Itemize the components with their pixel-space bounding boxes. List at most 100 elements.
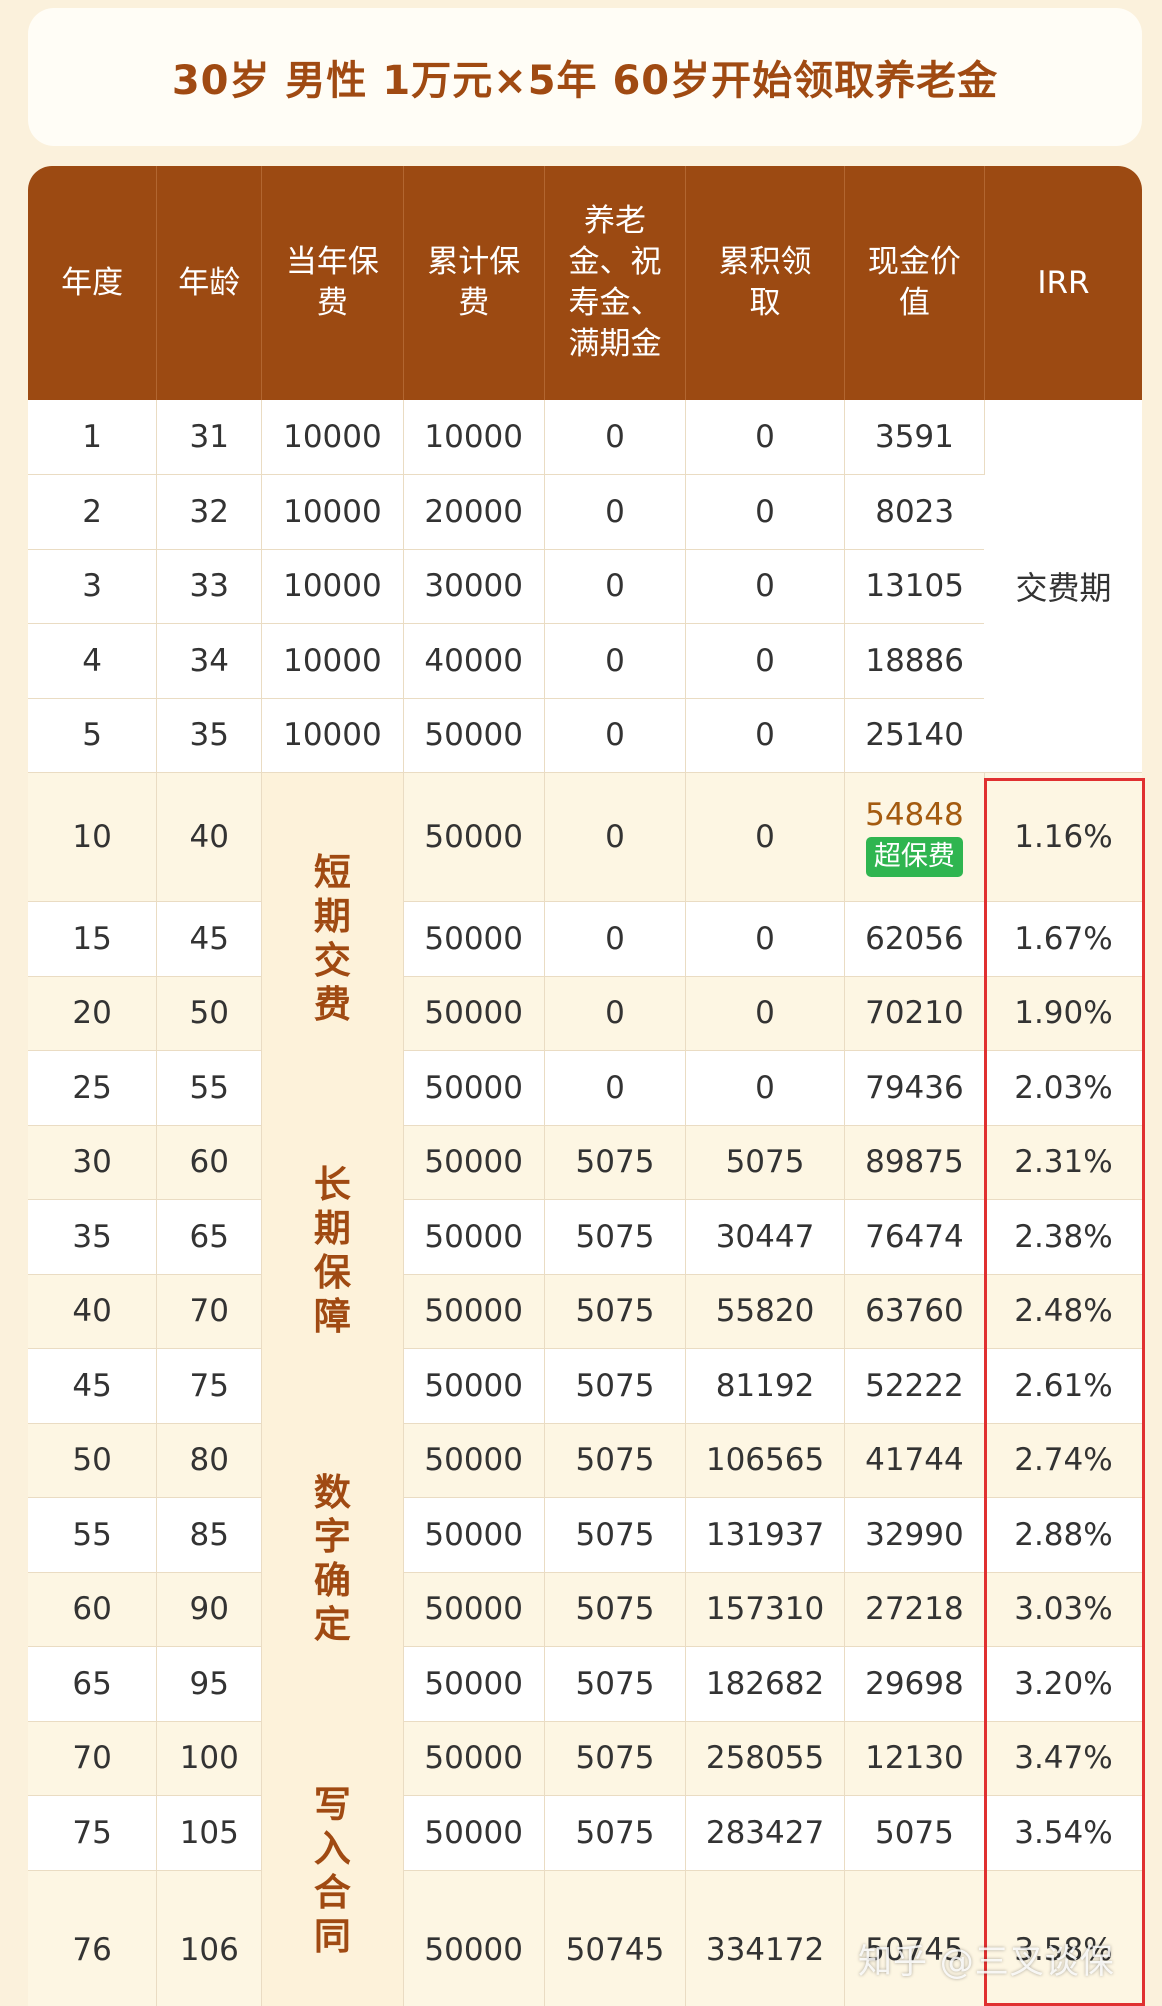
year-cell: 75 [28, 1795, 158, 1871]
total-premium-cell: 50000 [403, 1497, 545, 1573]
cash-value-cell: 18886 [844, 623, 985, 699]
table-row: 3 33 10000 30000 0 0 13105 [28, 549, 1142, 624]
header-cash-value: 现金价 值 [844, 166, 985, 400]
irr-cell: 3.03% [984, 1572, 1142, 1647]
pension-cell: 50745 [544, 1870, 687, 2006]
slogan-char: 短 [313, 851, 351, 894]
total-premium-cell: 10000 [403, 400, 545, 475]
slogan-char: 期 [313, 1207, 351, 1250]
year-cell: 35 [28, 1199, 158, 1275]
cash-value-cell: 12130 [844, 1721, 985, 1796]
cash-value-cell: 8023 [844, 474, 985, 550]
header-line: 费 [458, 285, 490, 321]
annual-premium-cell: 10000 [261, 549, 404, 624]
cumulative-cell: 0 [685, 400, 845, 475]
title-card: 30岁 男性 1万元×5年 60岁开始领取养老金 [28, 8, 1142, 146]
slogan-char: 合 [313, 1871, 351, 1914]
age-cell: 106 [156, 1870, 263, 2006]
cumulative-cell: 157310 [685, 1572, 845, 1647]
slogan-char: 确 [313, 1559, 351, 1602]
header-line: 取 [749, 285, 781, 321]
page-title: 30岁 男性 1万元×5年 60岁开始领取养老金 [171, 58, 999, 104]
cumulative-cell: 0 [685, 474, 845, 550]
table-row: 25 55 50000 0 0 79436 2.03% [28, 1050, 1142, 1126]
benefit-table-container: 年度 年龄 当年保 费 累计保 费 养老 金、祝 寿金、 满期金 累积领 取 现… [28, 166, 1142, 2006]
pension-cell: 0 [544, 976, 687, 1051]
total-premium-cell: 50000 [403, 1795, 545, 1871]
header-annual-premium: 当年保 费 [261, 166, 404, 400]
cash-value-highlight: 54848 [865, 797, 964, 833]
table-row: 2 32 10000 20000 0 0 8023 [28, 474, 1142, 550]
cumulative-cell: 106565 [685, 1423, 845, 1498]
table-row: 35 65 50000 5075 30447 76474 2.38% [28, 1199, 1142, 1275]
header-cumulative-received: 累积领 取 [685, 166, 845, 400]
cash-value-cell: 29698 [844, 1646, 985, 1722]
header-total-premium: 累计保 费 [403, 166, 545, 400]
header-line: 累积领 [718, 244, 812, 280]
cash-value-cell: 13105 [844, 549, 985, 624]
pension-cell: 0 [544, 1050, 687, 1126]
cash-value-cell: 70210 [844, 976, 985, 1051]
header-line: 满期金 [568, 326, 662, 362]
total-premium-cell: 50000 [403, 1125, 545, 1200]
slogan-char: 同 [313, 1915, 351, 1958]
cash-value-cell: 76474 [844, 1199, 985, 1275]
total-premium-cell: 50000 [403, 772, 545, 902]
benefit-table: 年度 年龄 当年保 费 累计保 费 养老 金、祝 寿金、 满期金 累积领 取 现… [28, 166, 1142, 2006]
table-row: 50 80 50000 5075 106565 41744 2.74% [28, 1423, 1142, 1498]
slogan-char: 障 [313, 1295, 351, 1338]
header-line: 值 [898, 285, 930, 321]
slogan-group: 数字确定 [310, 1471, 354, 1647]
cash-value-cell: 63760 [844, 1274, 985, 1349]
total-premium-cell: 50000 [403, 698, 545, 773]
table-header-row: 年度 年龄 当年保 费 累计保 费 养老 金、祝 寿金、 满期金 累积领 取 现… [28, 166, 1142, 400]
table-body: 1 31 10000 10000 0 0 3591 交费期 2 32 10000 20000 0 0 802… [28, 400, 1142, 2006]
cumulative-cell: 0 [685, 901, 845, 977]
age-cell: 32 [156, 474, 263, 550]
cumulative-cell: 0 [685, 698, 845, 773]
cumulative-cell: 0 [685, 976, 845, 1051]
pension-cell: 5075 [544, 1795, 687, 1871]
slogan-char: 数 [313, 1471, 351, 1514]
year-cell: 10 [28, 772, 158, 902]
table-row: 4 34 10000 40000 0 0 18886 [28, 623, 1142, 699]
cash-value-cell: 52222 [844, 1348, 985, 1424]
cumulative-cell: 0 [685, 623, 845, 699]
cumulative-cell: 283427 [685, 1795, 845, 1871]
pension-cell: 0 [544, 698, 687, 773]
irr-cell: 2.88% [984, 1497, 1142, 1573]
cash-value-cell: 3591 [844, 400, 985, 475]
table-row: 30 60 50000 5075 5075 89875 2.31% [28, 1125, 1142, 1200]
irr-cell: 2.61% [984, 1348, 1142, 1424]
cumulative-cell: 182682 [685, 1646, 845, 1722]
slogan-char: 交 [313, 939, 351, 982]
age-cell: 60 [156, 1125, 263, 1200]
cumulative-cell: 0 [685, 549, 845, 624]
header-age: 年龄 [156, 166, 263, 400]
cumulative-cell: 0 [685, 1050, 845, 1126]
pension-cell: 5075 [544, 1646, 687, 1722]
cumulative-cell: 30447 [685, 1199, 845, 1275]
cash-value-cell: 54848 超保费 [844, 772, 985, 902]
irr-cell: 1.67% [984, 901, 1142, 977]
total-premium-cell: 50000 [403, 1646, 545, 1722]
age-cell: 90 [156, 1572, 263, 1647]
cumulative-cell: 131937 [685, 1497, 845, 1573]
irr-cell: 1.90% [984, 976, 1142, 1051]
total-premium-cell: 50000 [403, 1199, 545, 1275]
age-cell: 100 [156, 1721, 263, 1796]
cumulative-cell: 0 [685, 772, 845, 902]
table-row: 55 85 50000 5075 131937 32990 2.88% [28, 1497, 1142, 1573]
pension-cell: 0 [544, 549, 687, 624]
header-line: 现金价 [867, 244, 961, 280]
table-row: 60 90 50000 5075 157310 27218 3.03% [28, 1572, 1142, 1647]
pay-period-cell: 交费期 [984, 400, 1142, 773]
year-cell: 45 [28, 1348, 158, 1424]
cash-value-cell: 89875 [844, 1125, 985, 1200]
pension-cell: 5075 [544, 1199, 687, 1275]
pension-cell: 5075 [544, 1125, 687, 1200]
annual-premium-cell: 10000 [261, 474, 404, 550]
total-premium-cell: 50000 [403, 976, 545, 1051]
year-cell: 30 [28, 1125, 158, 1200]
total-premium-cell: 50000 [403, 1870, 545, 2006]
